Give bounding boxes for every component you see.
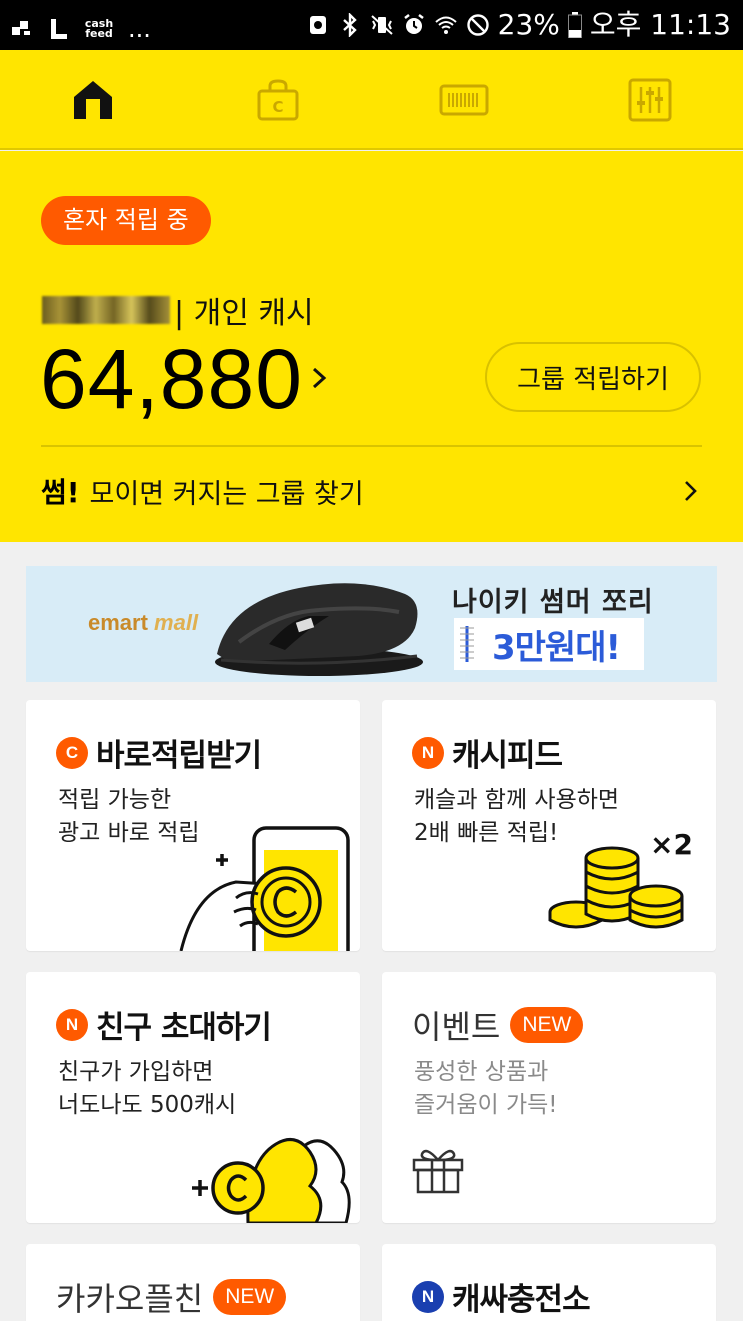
cash-owner: | 개인 캐시	[42, 289, 314, 331]
tab-barcode[interactable]	[436, 72, 492, 128]
coin-stack-illustration	[548, 846, 684, 929]
card-cash-feed[interactable]: N 캐시피드 캐슬과 함께 사용하면 2배 빠른 적립! ×2	[382, 700, 716, 951]
line-app-icon	[51, 19, 67, 39]
card-description: 친구가 가입하면 너도나도 500캐시	[58, 1059, 237, 1118]
top-nav: C	[0, 50, 743, 150]
new-badge: NEW	[510, 1007, 584, 1043]
status-bar: cash feed ... 23% 오후 11:13	[0, 0, 743, 50]
barcode-icon	[439, 84, 489, 116]
banner-brand: emart mall	[88, 610, 199, 635]
chevron-right-icon[interactable]	[305, 363, 335, 393]
friends-coin-illustration	[192, 1138, 351, 1223]
card-title-row: 이벤트 NEW	[412, 1002, 584, 1048]
cashfeed-notification-icon: cash feed	[84, 17, 114, 40]
phone-coin-illustration	[179, 826, 350, 951]
promo-tag: 썸!	[41, 476, 80, 509]
card-title-row: C 바로적립받기	[56, 730, 262, 775]
ad-banner[interactable]: emart mall 나이키 썸머 쪼리 3만원대!	[26, 566, 717, 682]
n-badge-icon: N	[56, 1008, 88, 1041]
tab-shop[interactable]: C	[250, 72, 306, 128]
gift-icon	[412, 1149, 464, 1194]
svg-text:C: C	[272, 98, 283, 116]
find-group-link[interactable]: 썸! 모이면 커지는 그룹 찾기	[41, 469, 702, 513]
card-invite-friend[interactable]: N 친구 초대하기 친구가 가입하면 너도나도 500캐시	[26, 972, 360, 1223]
card-title-row: N 친구 초대하기	[56, 1002, 272, 1047]
wifi-icon	[434, 16, 457, 34]
clock: 오후 11:13	[589, 8, 731, 41]
banner-title: 나이키 썸머 쪼리	[452, 587, 654, 618]
card-title: 바로적립받기	[96, 738, 262, 774]
card-event[interactable]: 이벤트 NEW 풍성한 상품과 즐거움이 가득!	[382, 972, 716, 1223]
card-title-row: 카카오플친 NEW	[56, 1274, 287, 1320]
n-badge-icon: N	[412, 736, 444, 769]
chevron-right-icon	[685, 481, 697, 501]
card-title: 친구 초대하기	[96, 1010, 272, 1046]
recycle-icon	[309, 16, 326, 34]
app-notification-icon	[12, 21, 30, 35]
sandal-image	[215, 583, 423, 676]
card-title-row: N 캐싸충전소	[412, 1274, 591, 1319]
card-direct-earn[interactable]: C 바로적립받기 적립 가능한 광고 바로 적립	[26, 700, 360, 951]
card-kakao-plus[interactable]: 카카오플친 NEW	[26, 1244, 360, 1321]
personal-cash-label: | 개인 캐시	[174, 296, 314, 331]
shopping-bag-icon: C	[257, 79, 299, 121]
card-title: 이벤트	[412, 1008, 501, 1046]
bluetooth-icon	[342, 13, 357, 37]
new-badge: NEW	[213, 1279, 287, 1315]
c-badge-icon: C	[56, 736, 88, 769]
tab-settings[interactable]	[622, 72, 678, 128]
card-title: 캐시피드	[452, 738, 563, 774]
masked-username	[42, 296, 170, 324]
cash-amount[interactable]: 64,880	[40, 333, 303, 425]
tab-home[interactable]	[65, 72, 121, 128]
sliders-icon	[628, 78, 672, 122]
vibrate-mute-icon	[370, 15, 393, 35]
battery-icon	[567, 12, 582, 38]
card-cash-charge[interactable]: N 캐싸충전소	[382, 1244, 716, 1321]
card-title-row: N 캐시피드	[412, 730, 563, 775]
earning-status-pill: 혼자 적립 중	[41, 196, 211, 245]
card-description: 풍성한 상품과 즐거움이 가득!	[414, 1059, 558, 1118]
home-icon	[74, 81, 112, 119]
banner-price: 3만원대!	[492, 628, 621, 668]
alarm-icon	[403, 14, 424, 34]
group-earn-button[interactable]: 그룹 적립하기	[485, 342, 701, 412]
divider	[41, 445, 702, 447]
promo-text: 모이면 커지는 그룹 찾기	[89, 478, 364, 510]
more-notifications: ...	[128, 15, 151, 43]
card-title: 캐싸충전소	[452, 1282, 591, 1318]
cash-summary: 혼자 적립 중 | 개인 캐시 64,880 그룹 적립하기 썸! 모이면 커지…	[0, 151, 743, 542]
n-badge-icon: N	[412, 1280, 444, 1313]
do-not-disturb-icon	[466, 14, 489, 36]
battery-percent: 23%	[497, 8, 560, 41]
card-title: 카카오플친	[56, 1280, 204, 1318]
